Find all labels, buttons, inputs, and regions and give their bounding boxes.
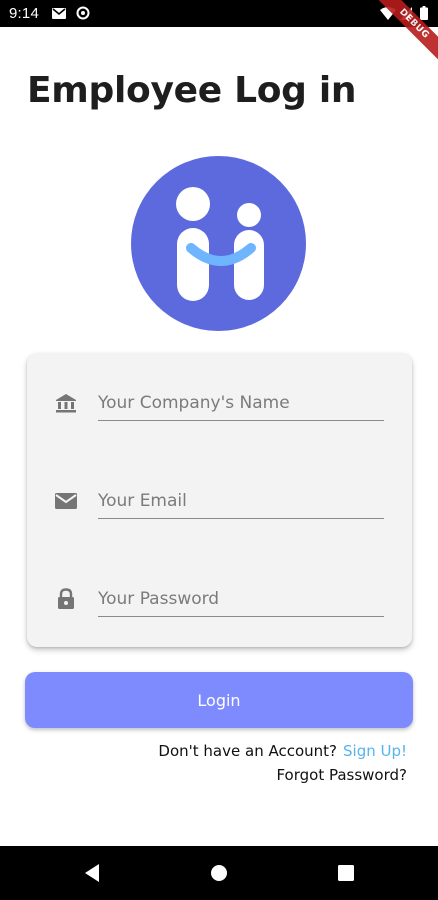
signup-prompt: Don't have an Account? (158, 742, 337, 760)
hi-logo-icon (176, 187, 264, 301)
home-icon[interactable] (209, 863, 229, 883)
email-field (27, 451, 412, 549)
password-field (27, 549, 412, 647)
signup-row: Don't have an Account? Sign Up! (158, 742, 407, 760)
app-logo (131, 156, 306, 331)
bank-icon (54, 391, 78, 415)
recents-icon[interactable] (336, 863, 356, 883)
battery-icon (419, 6, 428, 20)
forgot-password-link[interactable]: Forgot Password? (276, 766, 407, 784)
status-bar: 9:14 (0, 0, 438, 27)
mail-icon (54, 489, 78, 513)
back-icon[interactable] (82, 863, 102, 883)
lock-icon (54, 587, 78, 611)
company-name-input[interactable] (98, 385, 384, 421)
signal-icon (399, 6, 413, 20)
navigation-bar (0, 846, 438, 900)
password-input[interactable] (98, 581, 384, 617)
status-time: 9:14 (9, 5, 39, 22)
page-title: Employee Log in (27, 70, 357, 111)
sync-icon (76, 6, 90, 20)
gmail-icon (52, 6, 66, 20)
company-name-field (27, 353, 412, 451)
login-form-card (27, 353, 412, 647)
login-button[interactable]: Login (25, 672, 413, 728)
signup-link[interactable]: Sign Up! (343, 742, 407, 760)
email-input[interactable] (98, 483, 384, 519)
wifi-icon (380, 6, 396, 20)
